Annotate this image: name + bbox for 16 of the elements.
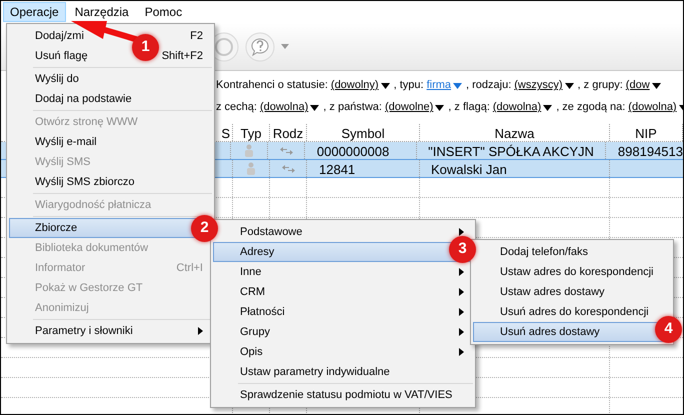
filter-label: , rodzaju: (466, 78, 512, 94)
shortcut-label: Shift+F2 (162, 48, 203, 64)
filter-label: , z państwa: (323, 100, 382, 116)
table-cell-text: 898194513 (616, 143, 683, 159)
filter-label: , z grupy: (578, 78, 623, 94)
filter-label: , z flagą: (448, 100, 490, 116)
table-cell: "INSERT" SPÓŁKA AKCYJN (417, 142, 606, 159)
shortcut-label: F2 (190, 28, 203, 44)
table-cell: 12841 (307, 160, 420, 177)
filter-label: , typu: (394, 78, 424, 94)
table-cell: 0000000008 (304, 142, 418, 159)
filter-label: z cechą: (216, 100, 257, 116)
table-cell: Kowalski Jan (420, 160, 610, 177)
filter-label: , ze zgodą na: (556, 100, 626, 116)
shortcut-label: Ctrl+I (176, 260, 203, 276)
filter-label: Kontrahenci o statusie: (216, 78, 328, 94)
